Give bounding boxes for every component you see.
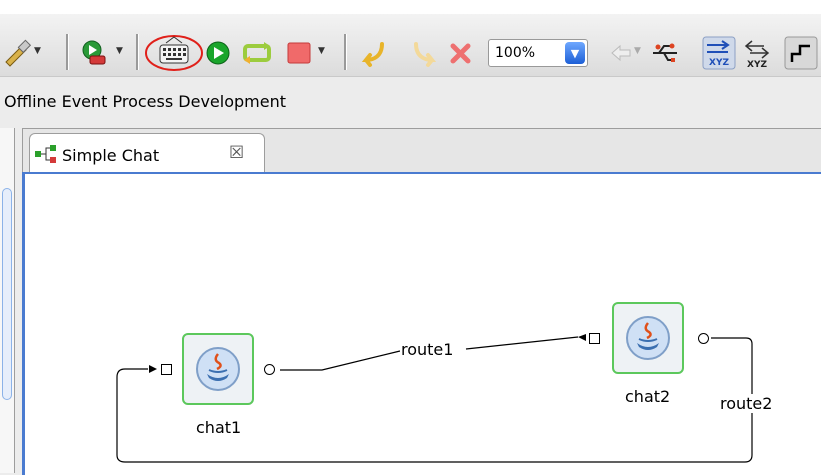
step-icon[interactable]	[784, 36, 818, 70]
java-bean-icon	[626, 316, 670, 360]
chat1-input-port[interactable]	[161, 364, 172, 375]
toolbar: ▼ ▼ ▼ 100% ▼ ▼ XYZ XYZ	[0, 14, 821, 77]
stop-icon[interactable]	[284, 38, 314, 68]
delete-icon[interactable]	[446, 38, 476, 68]
keyboard-icon[interactable]	[144, 34, 204, 72]
chat2-output-port[interactable]	[698, 333, 709, 344]
back-icon[interactable]	[608, 38, 632, 68]
route2-label[interactable]: route2	[719, 394, 774, 413]
left-pane	[0, 128, 15, 473]
process-diagram-icon	[34, 144, 58, 168]
tab-label: Simple Chat	[62, 146, 160, 165]
svg-text:XYZ: XYZ	[709, 58, 729, 68]
back-dropdown-icon[interactable]: ▼	[634, 46, 641, 56]
xyz-icon[interactable]: XYZ	[742, 36, 772, 70]
route1-label[interactable]: route1	[400, 340, 455, 359]
left-pane-scroll[interactable]	[2, 188, 12, 400]
chevron-down-icon[interactable]: ▼	[565, 42, 585, 64]
brush-icon[interactable]	[2, 38, 32, 68]
zoom-select[interactable]: 100% ▼	[488, 39, 588, 67]
page-title: Offline Event Process Development	[4, 92, 286, 111]
editor-tab-strip: Simple Chat ☒	[22, 128, 821, 174]
java-bean-icon	[196, 347, 240, 391]
diagram-canvas[interactable]	[22, 172, 821, 475]
stop-dropdown-icon[interactable]: ▼	[318, 46, 325, 56]
chat1-node[interactable]	[182, 333, 254, 405]
undo-icon[interactable]	[360, 38, 390, 68]
run-dropdown-icon[interactable]: ▼	[116, 46, 123, 56]
zoom-value: 100%	[495, 45, 536, 61]
tab-simple-chat[interactable]: Simple Chat ☒	[29, 133, 265, 174]
chat2-node[interactable]	[612, 302, 684, 374]
redo-icon[interactable]	[410, 38, 440, 68]
refresh-icon[interactable]	[240, 38, 274, 68]
run-config-icon[interactable]	[80, 38, 110, 68]
brush-dropdown-icon[interactable]: ▼	[34, 46, 41, 56]
play-icon[interactable]	[204, 38, 234, 68]
window-top	[0, 0, 821, 14]
chat2-label: chat2	[625, 387, 671, 406]
close-icon[interactable]: ☒	[229, 143, 244, 163]
chat2-input-port[interactable]	[589, 333, 600, 344]
usb-icon[interactable]	[650, 38, 680, 68]
chat1-output-port[interactable]	[264, 364, 275, 375]
chat1-label: chat1	[196, 418, 242, 437]
xyz-layout-icon[interactable]: XYZ	[702, 36, 736, 70]
svg-text:XYZ: XYZ	[747, 60, 767, 70]
